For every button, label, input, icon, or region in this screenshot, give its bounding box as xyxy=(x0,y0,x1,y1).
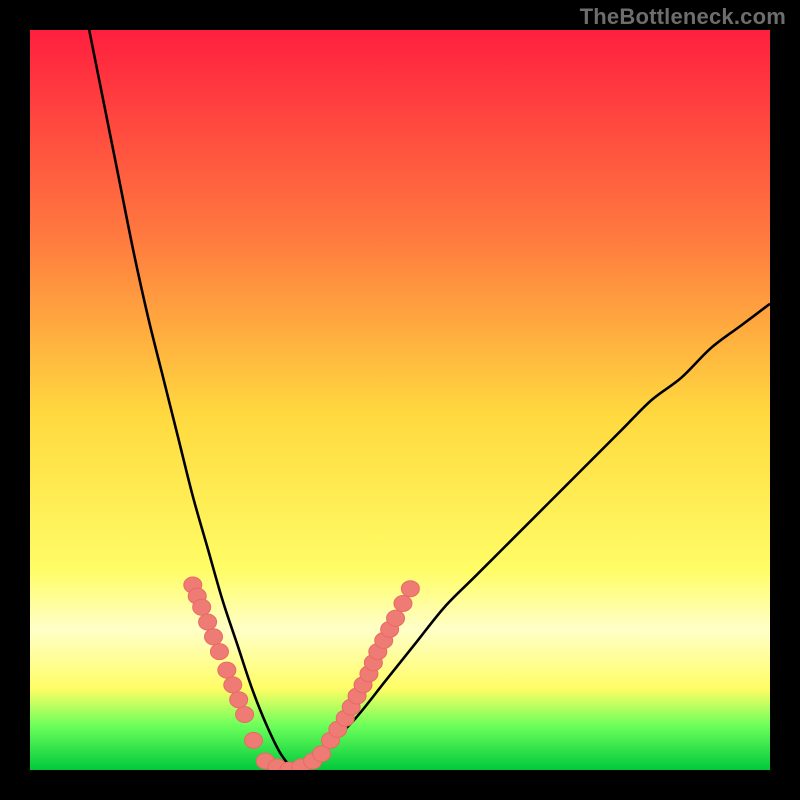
curve-marker xyxy=(199,614,217,630)
markers-bottom xyxy=(256,746,330,770)
curve-marker xyxy=(193,599,211,615)
curve-marker xyxy=(394,596,412,612)
curve-marker xyxy=(230,692,248,708)
curve-marker xyxy=(387,610,405,626)
plot-area xyxy=(30,30,770,770)
chart-overlay xyxy=(30,30,770,770)
markers-right xyxy=(321,581,419,749)
curve-marker xyxy=(218,662,236,678)
watermark-text: TheBottleneck.com xyxy=(580,4,786,30)
curve-marker xyxy=(236,707,254,723)
curve-marker xyxy=(224,677,242,693)
curve-marker xyxy=(210,644,228,660)
curve-marker xyxy=(401,581,419,597)
curve-marker xyxy=(205,629,223,645)
bottleneck-curve xyxy=(89,30,770,770)
chart-canvas: TheBottleneck.com xyxy=(0,0,800,800)
curve-marker xyxy=(244,732,262,748)
